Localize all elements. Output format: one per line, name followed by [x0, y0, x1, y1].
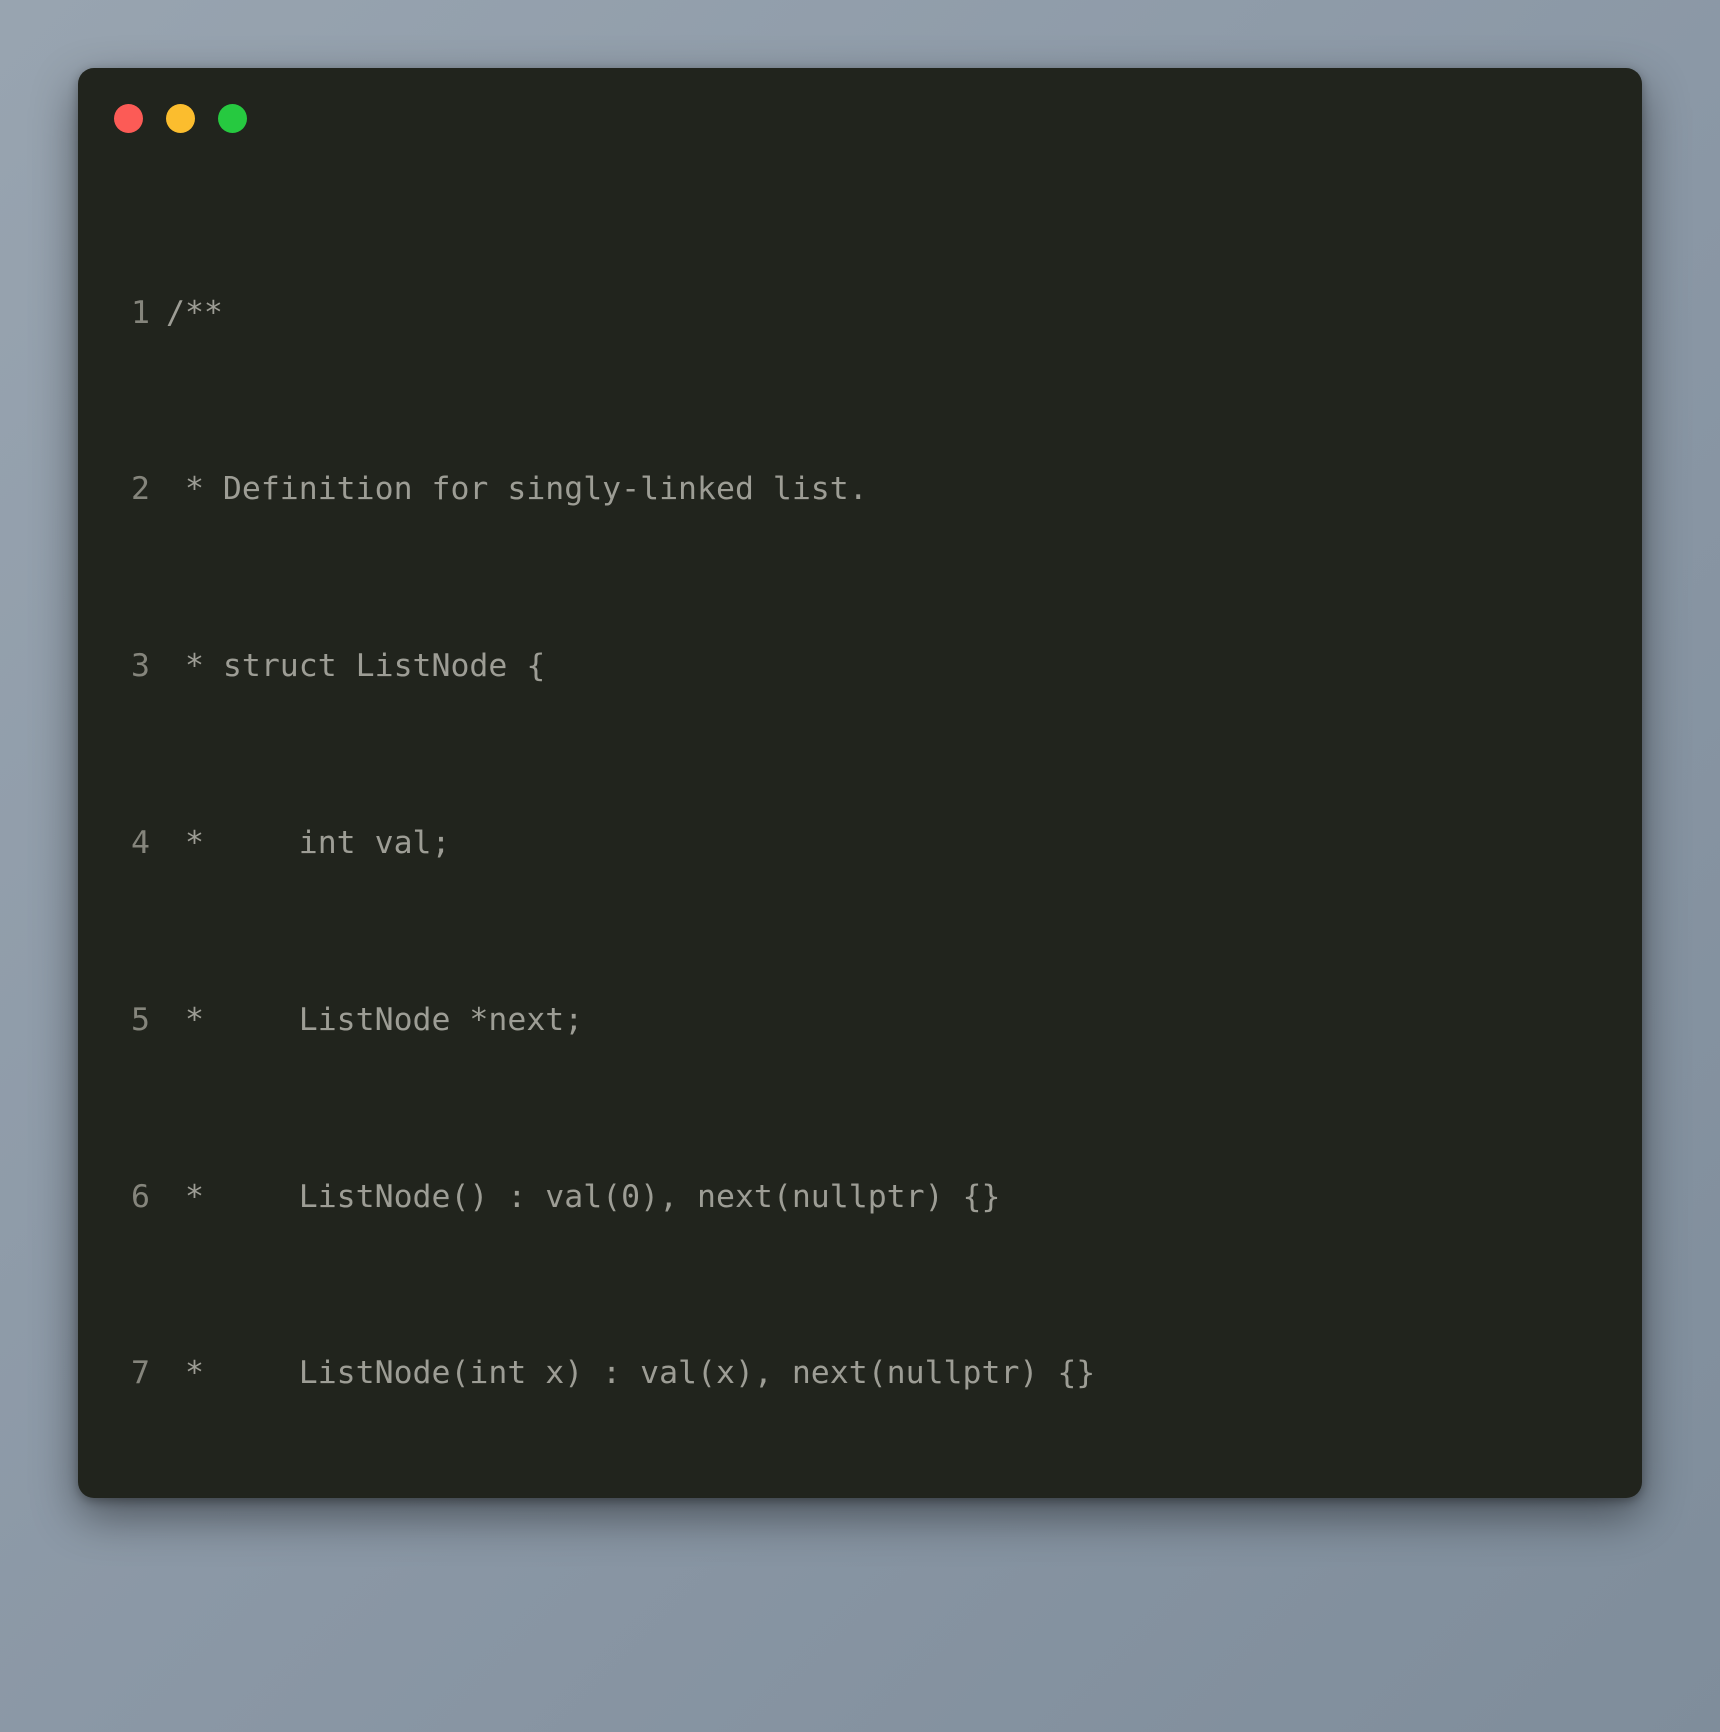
line-content: * ListNode(int x) : val(x), next(nullptr…	[166, 1355, 1096, 1392]
code-line: 1 /**	[78, 291, 1642, 335]
line-content: /**	[166, 294, 223, 331]
code-editor[interactable]: 1 /** 2 * Definition for singly-linked li…	[78, 158, 1642, 1498]
line-content: * struct ListNode {	[166, 648, 546, 685]
line-number: 5	[131, 1001, 150, 1038]
traffic-lights	[114, 104, 247, 133]
line-number: 2	[131, 471, 150, 508]
window-titlebar	[78, 68, 1642, 158]
line-number: 6	[131, 1178, 150, 1215]
code-line: 6 * ListNode() : val(0), next(nullptr) {…	[78, 1175, 1642, 1219]
line-content: * ListNode *next;	[166, 1001, 584, 1038]
code-window: 1 /** 2 * Definition for singly-linked li…	[78, 68, 1642, 1498]
close-button-icon[interactable]	[114, 104, 143, 133]
line-content: * Definition for singly-linked list.	[166, 471, 868, 508]
code-line: 4 * int val;	[78, 821, 1642, 865]
line-number: 7	[131, 1355, 150, 1392]
line-number: 1	[131, 294, 150, 331]
line-number: 3	[131, 648, 150, 685]
code-line: 2 * Definition for singly-linked list.	[78, 467, 1642, 511]
screenshot-page: 1 /** 2 * Definition for singly-linked li…	[0, 0, 1720, 1732]
line-content: * int val;	[166, 825, 451, 861]
code-line: 7 * ListNode(int x) : val(x), next(nullp…	[78, 1351, 1642, 1395]
maximize-button-icon[interactable]	[218, 104, 247, 133]
line-content: * ListNode() : val(0), next(nullptr) {}	[166, 1178, 1001, 1215]
code-line: 5 * ListNode *next;	[78, 998, 1642, 1042]
code-line: 3 * struct ListNode {	[78, 644, 1642, 688]
line-number: 4	[131, 825, 150, 861]
minimize-button-icon[interactable]	[166, 104, 195, 133]
